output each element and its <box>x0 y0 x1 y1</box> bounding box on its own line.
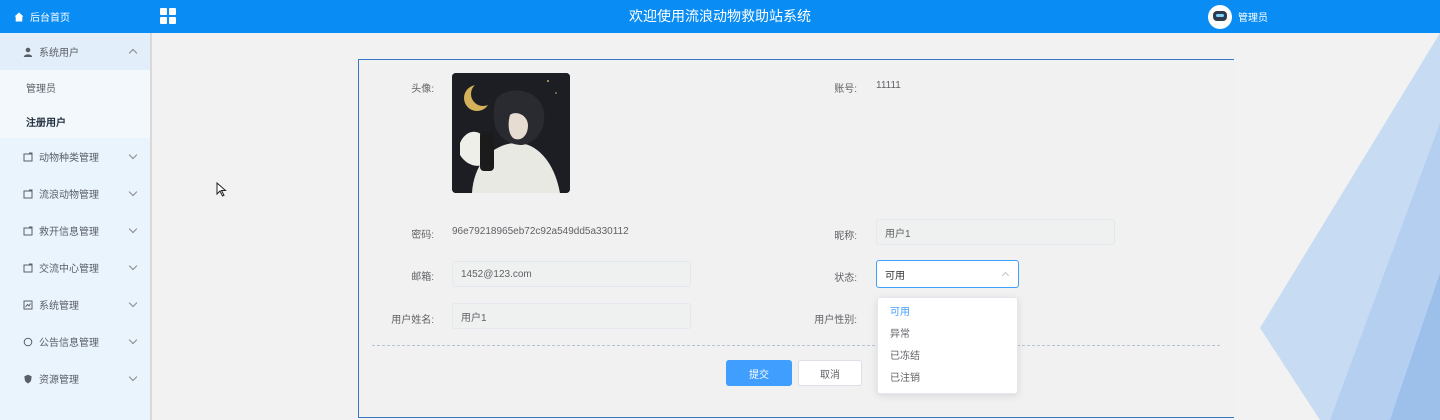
sidebar-item-system-settings[interactable]: 系统管理 <box>0 286 150 323</box>
nickname-label: 昵称: <box>834 231 857 242</box>
sidebar-item-label: 资源管理 <box>39 375 79 386</box>
top-bar: 后台首页 欢迎使用流浪动物救助站系统 管理员 <box>0 0 1440 33</box>
email-field[interactable]: 1452@123.com <box>452 261 691 287</box>
chevron-down-icon <box>128 298 138 308</box>
realname-label: 用户姓名: <box>391 315 434 326</box>
sidebar-item-community[interactable]: 交流中心管理 <box>0 249 150 286</box>
status-label: 状态: <box>834 273 857 284</box>
chevron-down-icon <box>128 261 138 271</box>
chevron-up-icon <box>1001 271 1010 280</box>
status-select[interactable]: 可用 <box>876 260 1019 288</box>
chevron-up-icon <box>128 48 138 58</box>
sidebar-item-animal-types[interactable]: 动物种类管理 <box>0 138 150 175</box>
home-icon <box>14 12 24 21</box>
chevron-down-icon <box>128 150 138 160</box>
sidebar-item-label: 流浪动物管理 <box>39 190 99 201</box>
chevron-down-icon <box>128 187 138 197</box>
status-dropdown: 可用 异常 已冻结 已注销 <box>877 297 1018 394</box>
form-divider <box>372 345 1220 346</box>
account-label: 账号: <box>834 84 857 95</box>
mouse-cursor-icon <box>216 182 227 197</box>
sidebar-item-rescue-info[interactable]: 救开信息管理 <box>0 212 150 249</box>
realname-field[interactable]: 用户1 <box>452 303 691 329</box>
settings-box-icon <box>22 299 33 310</box>
sidebar: 系统用户 管理员 注册用户 动物种类管理 流浪动物管理 救开信息管理 交流中心管… <box>0 33 152 420</box>
robot-avatar-icon <box>1208 4 1232 29</box>
status-select-value: 可用 <box>885 270 905 282</box>
chevron-down-icon <box>128 335 138 345</box>
gender-label: 用户性别: <box>814 315 857 326</box>
home-link[interactable]: 后台首页 <box>0 0 152 33</box>
sidebar-item-label: 系统用户 <box>39 48 79 59</box>
sidebar-item-label: 救开信息管理 <box>39 227 99 238</box>
background-decoration <box>1260 33 1440 420</box>
nickname-field[interactable]: 用户1 <box>876 219 1115 245</box>
sidebar-item-system-users[interactable]: 系统用户 <box>0 33 150 70</box>
apps-grid-icon[interactable] <box>160 8 176 24</box>
status-option-deactivated[interactable]: 已注销 <box>878 368 1017 390</box>
sidebar-item-resources[interactable]: 资源管理 <box>0 360 150 397</box>
folder-icon <box>22 188 33 199</box>
sidebar-item-stray-animals[interactable]: 流浪动物管理 <box>0 175 150 212</box>
sidebar-subitem-registered-users[interactable]: 注册用户 <box>0 104 150 138</box>
folder-icon <box>22 262 33 273</box>
shield-icon <box>22 373 33 384</box>
status-option-abnormal[interactable]: 异常 <box>878 324 1017 346</box>
sidebar-subitem-label: 管理员 <box>26 83 56 95</box>
circle-icon <box>22 336 33 347</box>
folder-icon <box>22 151 33 162</box>
chevron-down-icon <box>128 224 138 234</box>
avatar-label: 头像: <box>411 84 434 95</box>
status-option-available[interactable]: 可用 <box>878 302 1017 324</box>
password-value: 96e79218965eb72c92a549dd5a330112 <box>452 226 629 237</box>
chevron-down-icon <box>128 372 138 382</box>
home-link-label: 后台首页 <box>30 13 70 24</box>
submit-button[interactable]: 提交 <box>726 360 792 386</box>
sidebar-subitem-label: 注册用户 <box>26 117 66 129</box>
email-label: 邮箱: <box>411 272 434 283</box>
sidebar-item-label: 系统管理 <box>39 301 79 312</box>
sidebar-item-announcements[interactable]: 公告信息管理 <box>0 323 150 360</box>
user-menu[interactable]: 管理员 <box>1208 3 1268 30</box>
avatar-photo[interactable] <box>452 73 570 193</box>
sidebar-subitem-admins[interactable]: 管理员 <box>0 70 150 104</box>
sidebar-item-label: 公告信息管理 <box>39 338 99 349</box>
sidebar-item-label: 交流中心管理 <box>39 264 99 275</box>
status-option-frozen[interactable]: 已冻结 <box>878 346 1017 368</box>
user-name: 管理员 <box>1238 13 1268 24</box>
password-label: 密码: <box>411 230 434 241</box>
folder-icon <box>22 225 33 236</box>
cancel-button[interactable]: 取消 <box>798 360 862 386</box>
account-value: 11111 <box>876 80 901 91</box>
sidebar-item-label: 动物种类管理 <box>39 153 99 164</box>
user-icon <box>22 46 33 57</box>
